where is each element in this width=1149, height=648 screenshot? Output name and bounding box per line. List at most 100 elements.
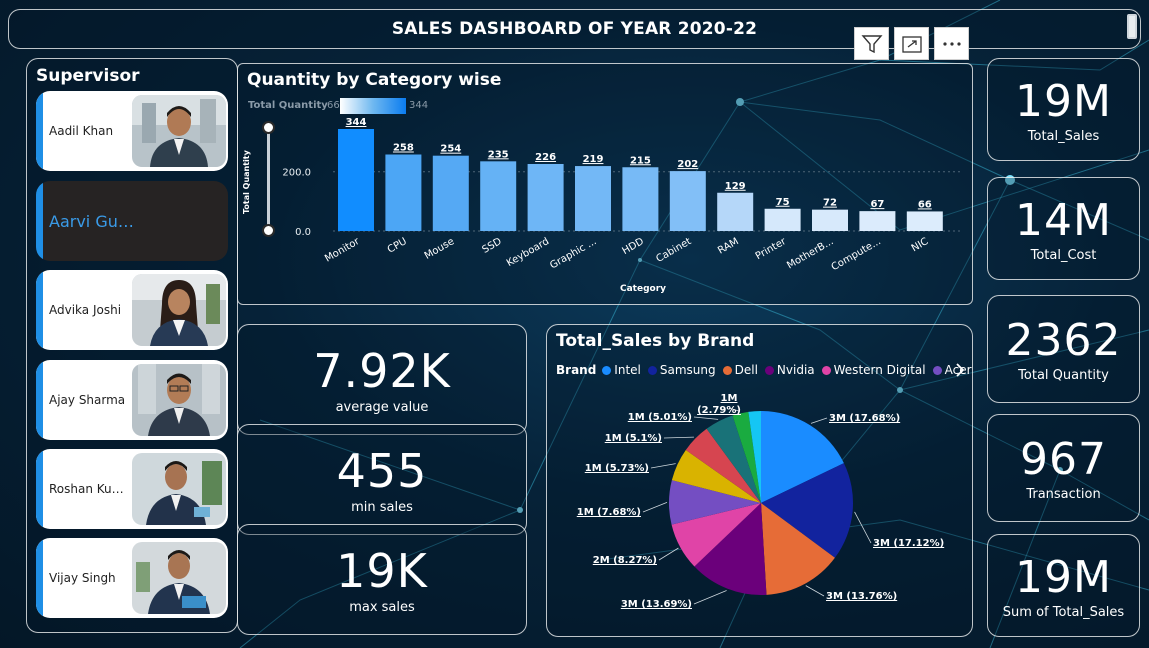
kpi-total-sales: 19M Total_Sales <box>987 58 1140 161</box>
data-label: 3M (17.12%) <box>873 538 944 549</box>
bar <box>812 209 848 231</box>
data-label: 1M (5.73%) <box>585 463 649 474</box>
total-sales-by-brand-chart: Total_Sales by Brand Brand Intel Samsung… <box>546 324 973 637</box>
x-tick-label: Mouse <box>423 236 457 262</box>
kpi-transaction: 967 Transaction <box>987 414 1140 522</box>
data-label: 75 <box>776 197 790 208</box>
supervisor-item-advika-joshi[interactable]: Advika Joshi <box>36 270 228 350</box>
kpi-value: 2362 <box>1005 315 1122 366</box>
selection-accent <box>36 181 43 261</box>
data-label: 215 <box>630 155 651 166</box>
x-tick-label: RAM <box>716 236 741 257</box>
kpi-label: Total Quantity <box>1018 368 1109 383</box>
selection-accent <box>36 360 43 440</box>
supervisor-item-ajay-sharma[interactable]: Ajay Sharma <box>36 360 228 440</box>
filter-icon <box>860 34 883 53</box>
leader-line <box>663 436 694 439</box>
data-label: 235 <box>488 149 509 160</box>
supervisor-name: Vijay Singh <box>49 571 116 585</box>
leader-line <box>810 417 828 424</box>
data-label: 1M (7.68%) <box>577 507 641 518</box>
bar <box>764 208 801 231</box>
supervisor-photo <box>132 95 226 167</box>
focus-mode-icon <box>901 35 922 53</box>
bar <box>480 161 517 231</box>
y-tick-label: 200.0 <box>282 168 311 179</box>
kpi-value: 19K <box>336 544 428 598</box>
data-label: (2.79%) <box>697 405 741 416</box>
bar-chart-plot: 0.0 200.0 344 Monitor 258 CPU 254 Mouse 235 SSD 22… <box>282 117 963 273</box>
kpi-value: 14M <box>1015 194 1112 246</box>
x-tick-label: MotherB... <box>785 236 835 271</box>
data-label: 226 <box>535 152 556 163</box>
bar <box>906 211 943 231</box>
x-tick-label: Compute... <box>830 236 883 273</box>
x-tick-label: HDD <box>621 236 647 257</box>
supervisor-name: Advika Joshi <box>49 303 122 317</box>
x-tick-label: Keyboard <box>505 236 551 269</box>
leader-line <box>693 416 719 420</box>
kpi-label: Total_Sales <box>1027 128 1100 144</box>
supervisor-slicer: Supervisor Aadil Khan Aarvi Gu… Advika J… <box>26 58 238 633</box>
x-tick-label: SSD <box>481 236 504 256</box>
data-label: 1M (5.1%) <box>605 433 662 444</box>
data-label: 202 <box>677 159 698 170</box>
supervisor-item-aarvi[interactable]: Aarvi Gu… <box>36 181 228 261</box>
data-label: 254 <box>440 144 461 155</box>
more-options-button[interactable] <box>934 27 969 60</box>
kpi-total-quantity: 2362 Total Quantity <box>987 295 1140 403</box>
supervisor-item-roshan[interactable]: Roshan Ku… <box>36 449 228 529</box>
focus-mode-button[interactable] <box>894 27 929 60</box>
data-label: 258 <box>393 143 414 154</box>
x-tick-label: NIC <box>910 236 931 254</box>
leader-line <box>650 463 676 469</box>
selection-accent <box>36 91 43 171</box>
bar <box>385 154 422 231</box>
supervisor-name: Aadil Khan <box>49 124 114 138</box>
leader-line <box>854 511 872 544</box>
leader-line <box>642 501 668 513</box>
bar <box>432 155 469 231</box>
leader-line <box>693 590 727 605</box>
kpi-value: 19M <box>1015 75 1112 127</box>
bar <box>575 166 611 231</box>
x-tick-label: CPU <box>386 236 409 256</box>
pie-chart-plot: 3M (17.68%) 3M (17.12%) 3M (13.76%) 3M (13.… <box>577 393 944 610</box>
y-tick-label: 0.0 <box>295 227 311 238</box>
supervisor-item-vijay-singh[interactable]: Vijay Singh <box>36 538 228 618</box>
supervisor-name: Aarvi Gu… <box>49 211 134 231</box>
supervisor-photo <box>132 453 226 525</box>
supervisor-title: Supervisor <box>36 66 140 86</box>
bar <box>527 163 564 231</box>
kpi-min-sales: 455 min sales <box>237 424 527 535</box>
kpi-value: 19M <box>1015 551 1112 603</box>
bar <box>338 129 374 231</box>
bar <box>717 192 754 231</box>
supervisor-photo <box>132 274 226 346</box>
x-tick-label: Cabinet <box>654 236 693 265</box>
supervisor-photo <box>132 364 226 436</box>
data-label: 129 <box>725 181 746 192</box>
filter-button[interactable] <box>854 27 889 60</box>
supervisor-item-aadil-khan[interactable]: Aadil Khan <box>36 91 228 171</box>
supervisor-photo <box>132 542 226 614</box>
data-label: 3M (13.76%) <box>826 591 897 602</box>
x-tick-label: Monitor <box>323 236 362 265</box>
bar <box>622 167 659 231</box>
bar <box>859 211 896 231</box>
visual-header-toolbar <box>854 27 969 60</box>
data-label: 3M (17.68%) <box>829 413 900 424</box>
x-tick-label: Graphic ... <box>548 236 598 271</box>
kpi-label: min sales <box>351 500 413 515</box>
kpi-value: 455 <box>336 444 428 498</box>
kpi-label: Sum of Total_Sales <box>1002 604 1125 620</box>
kpi-label: max sales <box>349 600 415 615</box>
data-label: 67 <box>870 199 884 210</box>
data-label: 72 <box>823 198 837 209</box>
page-scrollbar[interactable] <box>1127 14 1137 39</box>
kpi-label: average value <box>335 400 429 415</box>
x-tick-label: Printer <box>754 236 789 263</box>
selection-accent <box>36 270 43 350</box>
data-label: 1M (5.01%) <box>628 412 692 423</box>
data-label: 219 <box>583 154 604 165</box>
